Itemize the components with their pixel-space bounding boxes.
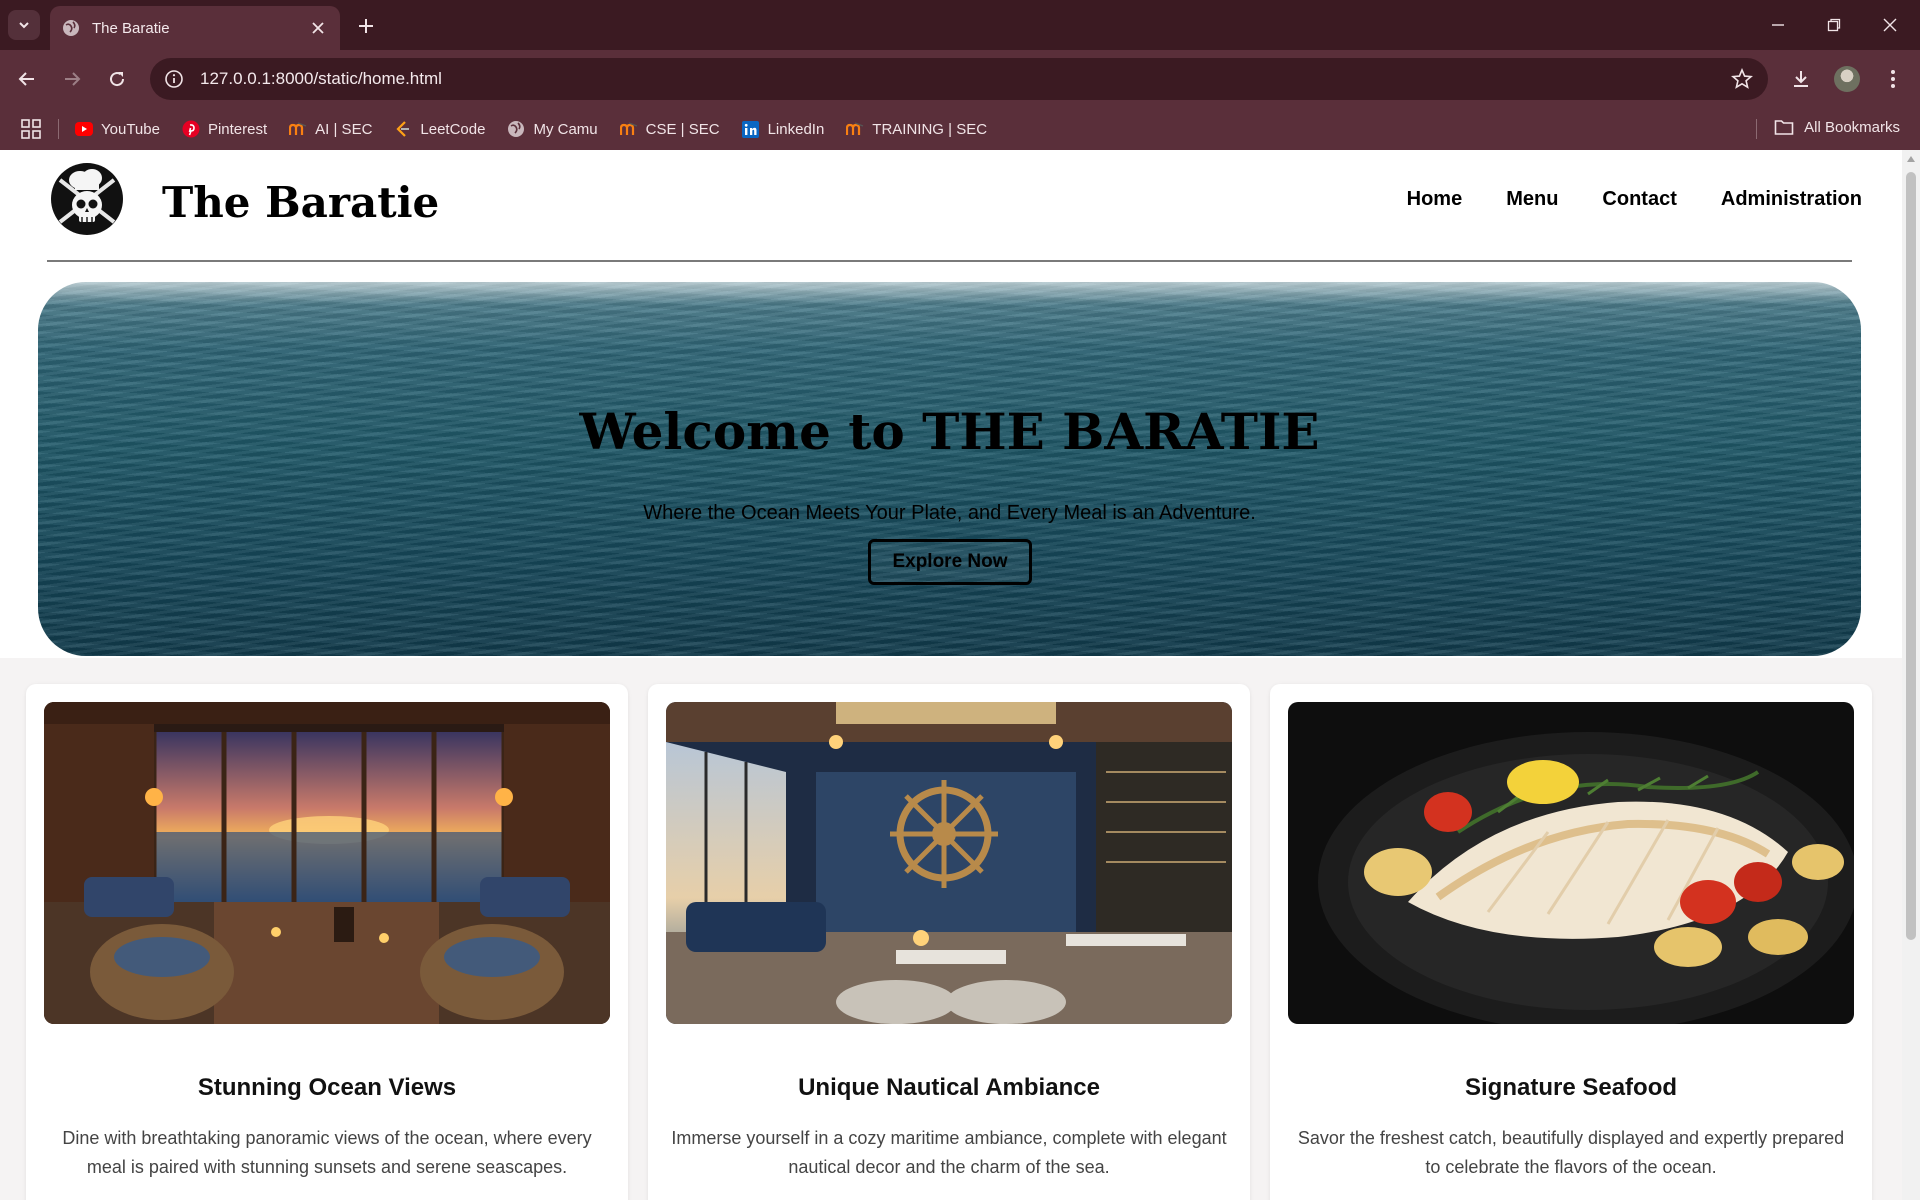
forward-button[interactable]	[57, 64, 87, 94]
bookmark-label: LeetCode	[420, 120, 486, 138]
tab-title: The Baratie	[92, 19, 170, 37]
moodle-icon	[619, 120, 638, 138]
browser-tab-bar: The Baratie	[0, 0, 1920, 50]
header-divider	[47, 260, 1852, 262]
bookmark-label: TRAINING | SEC	[872, 120, 988, 138]
bookmark-ai-sec[interactable]: AI | SEC	[289, 120, 372, 138]
globe-icon	[507, 120, 525, 138]
bookmark-star-icon[interactable]	[1730, 67, 1754, 91]
skull-logo-icon[interactable]	[50, 162, 124, 236]
bookmark-label: My Camu	[533, 120, 598, 138]
feature-card-signature-seafood: Signature Seafood Savor the freshest cat…	[1270, 684, 1872, 1200]
profile-avatar[interactable]	[1834, 66, 1860, 92]
browser-toolbar: 127.0.0.1:8000/static/home.html	[0, 50, 1920, 108]
all-bookmarks-label: All Bookmarks	[1804, 118, 1900, 136]
arrow-left-icon	[18, 72, 34, 86]
bookmark-cse-sec[interactable]: CSE | SEC	[619, 120, 720, 138]
bookmark-label: YouTube	[101, 120, 160, 138]
bookmark-label: CSE | SEC	[645, 120, 720, 138]
nav-home[interactable]: Home	[1407, 188, 1463, 211]
plus-icon	[359, 19, 373, 33]
feature-description: Savor the freshest catch, beautifully di…	[1297, 1128, 1845, 1177]
bookmark-my-camu[interactable]: My Camu	[507, 120, 598, 138]
bookmark-training-sec[interactable]: TRAINING | SEC	[846, 120, 987, 138]
close-tab-icon[interactable]	[308, 18, 328, 38]
features-section: Stunning Ocean Views Dine with breathtak…	[0, 658, 1902, 1200]
feature-title: Unique Nautical Ambiance	[798, 1074, 1100, 1101]
close-window-button[interactable]	[1862, 10, 1918, 40]
bookmark-pinterest[interactable]: Pinterest	[182, 120, 267, 138]
hero-title: Welcome to THE BARATIE	[579, 402, 1320, 461]
browser-tab[interactable]: The Baratie	[50, 6, 340, 50]
new-tab-button[interactable]	[352, 12, 380, 40]
reload-icon	[110, 72, 125, 87]
bookmark-label: Pinterest	[207, 120, 268, 138]
grilled-fish-dish-image	[1288, 702, 1854, 1024]
site-header: The Baratie Home Menu Contact Administra…	[0, 150, 1902, 262]
moodle-icon	[289, 120, 307, 138]
moodle-icon	[846, 120, 864, 138]
site-nav: Home Menu Contact Administration	[1407, 188, 1862, 211]
more-vertical-icon	[1891, 70, 1895, 88]
ocean-view-dining-image	[44, 702, 610, 1024]
nav-contact[interactable]: Contact	[1602, 188, 1676, 211]
pinterest-icon	[182, 120, 200, 138]
bookmarks-bar: YouTube Pinterest AI | SEC LeetCode My C…	[0, 108, 1920, 150]
globe-icon	[63, 20, 79, 36]
site-brand[interactable]: The Baratie	[162, 178, 439, 227]
reload-button[interactable]	[102, 64, 132, 94]
page-viewport: The Baratie Home Menu Contact Administra…	[0, 150, 1902, 1200]
restore-button[interactable]	[1806, 10, 1862, 40]
minimize-icon	[1772, 24, 1784, 26]
downloads-button[interactable]	[1786, 64, 1816, 94]
hero-subtitle: Where the Ocean Meets Your Plate, and Ev…	[643, 502, 1256, 524]
nav-menu[interactable]: Menu	[1506, 188, 1558, 211]
bookmarks-separator	[1756, 119, 1757, 139]
address-bar[interactable]: 127.0.0.1:8000/static/home.html	[150, 58, 1768, 100]
nav-administration[interactable]: Administration	[1721, 188, 1862, 211]
feature-card-ocean-views: Stunning Ocean Views Dine with breathtak…	[26, 684, 628, 1200]
tab-search-button[interactable]	[8, 10, 40, 40]
close-icon	[1883, 18, 1897, 32]
explore-now-button[interactable]: Explore Now	[868, 539, 1032, 585]
bookmark-leetcode[interactable]: LeetCode	[394, 120, 485, 138]
all-bookmarks-button[interactable]: All Bookmarks	[1774, 118, 1900, 136]
browser-menu-button[interactable]	[1878, 64, 1908, 94]
page-scrollbar[interactable]	[1902, 150, 1920, 1200]
chevron-down-icon	[19, 22, 29, 29]
minimize-button[interactable]	[1750, 10, 1806, 40]
bookmarks-separator	[58, 119, 59, 139]
bookmark-label: AI | SEC	[315, 120, 373, 138]
feature-description: Dine with breathtaking panoramic views o…	[62, 1128, 592, 1177]
url-text[interactable]: 127.0.0.1:8000/static/home.html	[200, 69, 1730, 89]
back-button[interactable]	[12, 64, 42, 94]
info-icon[interactable]	[164, 69, 184, 89]
youtube-icon	[75, 120, 93, 138]
nautical-dining-room-image	[666, 702, 1232, 1024]
download-icon	[1794, 71, 1808, 87]
feature-title: Signature Seafood	[1464, 1074, 1678, 1101]
hero-banner: Welcome to THE BARATIE Where the Ocean M…	[38, 282, 1861, 656]
feature-title: Stunning Ocean Views	[197, 1074, 457, 1101]
linkedin-icon	[742, 120, 760, 138]
feature-description: Immerse yourself in a cozy maritime ambi…	[671, 1128, 1227, 1177]
apps-grid-icon[interactable]	[20, 118, 42, 140]
arrow-right-icon	[65, 72, 81, 86]
feature-card-nautical-ambiance: Unique Nautical Ambiance Immerse yoursel…	[648, 684, 1250, 1200]
bookmark-label: LinkedIn	[767, 120, 825, 138]
folder-icon	[1774, 120, 1794, 135]
scroll-up-icon[interactable]	[1907, 156, 1915, 162]
bookmark-youtube[interactable]: YouTube	[75, 120, 160, 138]
scrollbar-thumb[interactable]	[1906, 172, 1916, 940]
leetcode-icon	[394, 120, 412, 138]
bookmark-linkedin[interactable]: LinkedIn	[742, 120, 825, 138]
restore-icon	[1827, 18, 1841, 32]
